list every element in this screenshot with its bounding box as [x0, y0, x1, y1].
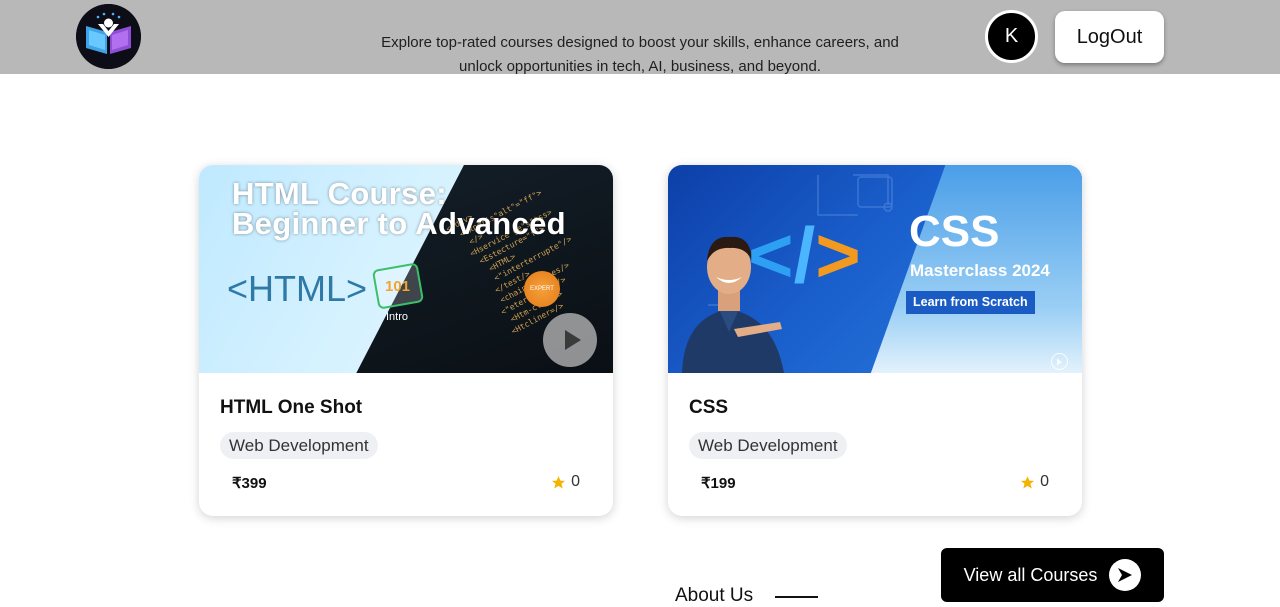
app-logo[interactable]: [76, 4, 141, 69]
thumbnail-heading: CSS: [909, 207, 1000, 256]
heading-underline: [775, 596, 818, 598]
play-icon[interactable]: [1051, 353, 1068, 370]
user-avatar[interactable]: K: [985, 10, 1038, 63]
header-tagline: Explore top-rated courses designed to bo…: [330, 31, 950, 79]
star-icon: [1021, 475, 1035, 488]
rating-value: 0: [571, 473, 580, 490]
badge-101: 101: [385, 278, 411, 295]
course-rating: 0: [1020, 473, 1049, 491]
intro-label: Intro: [386, 311, 409, 323]
course-price: ₹399: [232, 475, 267, 492]
course-card[interactable]: </div> <experis"alt"="ff"> </> <Hservice…: [199, 165, 613, 516]
category-tag: Web Development: [689, 432, 847, 459]
course-thumbnail[interactable]: </div> <experis"alt"="ff"> </> <Hservice…: [199, 165, 613, 373]
rating-value: 0: [1040, 473, 1049, 490]
thumbnail-heading: HTML Course: Beginner to Advanced: [232, 176, 566, 241]
logout-button[interactable]: LogOut: [1055, 11, 1164, 63]
top-navbar: Explore top-rated courses designed to bo…: [0, 0, 1280, 75]
html-tag-text: <HTML>: [227, 268, 368, 309]
course-card[interactable]: </> CSS Masterclass 2024 Learn from Scra…: [668, 165, 1082, 516]
course-rating: 0: [551, 473, 580, 491]
book-logo-icon: [76, 4, 141, 69]
course-title[interactable]: CSS: [689, 397, 728, 419]
tagline-line-2: unlock opportunities in tech, AI, busine…: [459, 58, 821, 75]
arrow-right-icon: [1109, 559, 1142, 591]
course-title[interactable]: HTML One Shot: [220, 397, 362, 419]
category-tag: Web Development: [220, 432, 378, 459]
thumbnail-subheading: Masterclass 2024: [910, 261, 1050, 280]
expert-badge: EXPERT: [524, 271, 560, 307]
course-price: ₹199: [701, 475, 736, 492]
view-all-label: View all Courses: [963, 564, 1098, 585]
code-symbol: </>: [748, 211, 861, 299]
star-icon: [552, 475, 566, 488]
course-thumbnail[interactable]: </> CSS Masterclass 2024 Learn from Scra…: [668, 165, 1082, 373]
thumbnail-banner: Learn from Scratch: [906, 291, 1035, 314]
play-icon[interactable]: [543, 313, 597, 367]
about-us-heading: About Us: [675, 585, 754, 606]
tagline-line-1: Explore top-rated courses designed to bo…: [381, 34, 899, 51]
view-all-courses-button[interactable]: View all Courses: [941, 548, 1164, 602]
